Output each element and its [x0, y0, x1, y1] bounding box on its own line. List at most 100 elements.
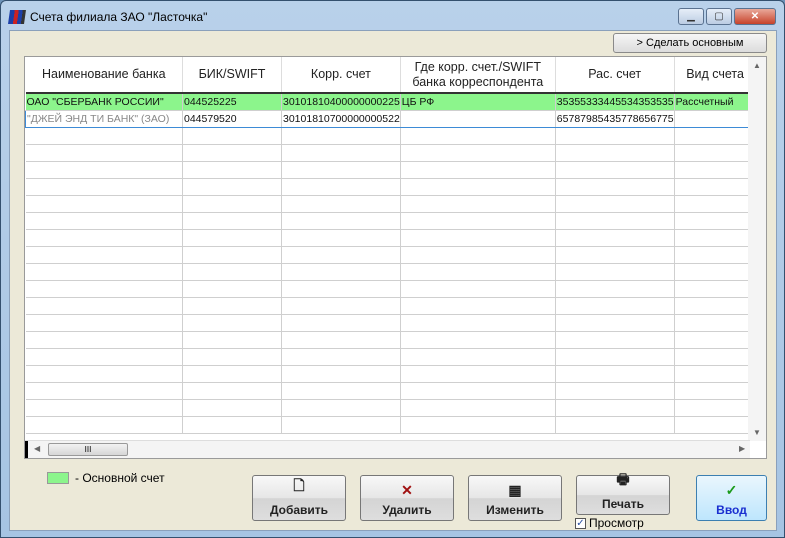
make-main-button[interactable]: > Сделать основным	[613, 33, 767, 53]
table-cell[interactable]	[674, 348, 757, 366]
table-cell[interactable]	[555, 280, 675, 298]
table-cell[interactable]	[281, 263, 401, 281]
table-cell[interactable]	[555, 246, 675, 264]
table-cell[interactable]	[555, 195, 675, 213]
table-cell[interactable]	[555, 365, 675, 383]
table-cell[interactable]	[25, 365, 183, 383]
empty-row[interactable]	[25, 127, 757, 145]
column-header[interactable]: Вид счета	[674, 57, 757, 94]
table-cell[interactable]	[25, 263, 183, 281]
edit-button[interactable]: ▦ Изменить	[468, 475, 562, 521]
table-cell[interactable]	[400, 365, 556, 383]
table-cell[interactable]	[281, 127, 401, 145]
empty-row[interactable]	[25, 297, 757, 315]
table-cell[interactable]	[281, 365, 401, 383]
table-cell[interactable]	[400, 263, 556, 281]
table-cell[interactable]	[674, 212, 757, 230]
table-cell[interactable]	[555, 127, 675, 145]
table-cell[interactable]	[25, 348, 183, 366]
table-cell[interactable]	[555, 229, 675, 247]
close-button[interactable]: ✕	[734, 8, 776, 25]
table-cell[interactable]	[25, 144, 183, 162]
delete-button[interactable]: ✕ Удалить	[360, 475, 454, 521]
table-cell[interactable]	[555, 416, 675, 434]
table-row[interactable]: ОАО "СБЕРБАНК РОССИИ" 044525225 3010181040…	[25, 93, 757, 111]
table-cell[interactable]	[182, 178, 282, 196]
table-cell[interactable]: 65787985435778656775	[555, 109, 675, 128]
table-cell[interactable]	[281, 314, 401, 332]
empty-row[interactable]	[25, 314, 757, 332]
table-cell[interactable]	[555, 399, 675, 417]
table-cell[interactable]	[400, 280, 556, 298]
table-cell[interactable]: "ДЖЕЙ ЭНД ТИ БАНК" (ЗАО)	[25, 109, 183, 128]
table-cell[interactable]	[25, 195, 183, 213]
empty-row[interactable]	[25, 365, 757, 383]
table-cell[interactable]	[182, 331, 282, 349]
column-header[interactable]: Где корр. счет./SWIFT банка корреспонден…	[400, 57, 556, 94]
table-cell[interactable]	[555, 263, 675, 281]
table-cell[interactable]	[25, 297, 183, 315]
table-cell[interactable]	[182, 314, 282, 332]
table-cell[interactable]	[281, 331, 401, 349]
table-cell[interactable]	[555, 382, 675, 400]
empty-row[interactable]	[25, 399, 757, 417]
table-cell[interactable]	[182, 195, 282, 213]
table-cell[interactable]	[674, 314, 757, 332]
table-cell[interactable]	[555, 348, 675, 366]
scroll-thumb[interactable]: III	[48, 443, 128, 456]
empty-row[interactable]	[25, 348, 757, 366]
empty-row[interactable]	[25, 331, 757, 349]
print-button[interactable]: 🖶 Печать	[576, 471, 670, 515]
table-cell[interactable]	[182, 297, 282, 315]
vertical-scrollbar[interactable]: ▲ ▼	[748, 57, 766, 441]
column-header[interactable]: Наименование банка	[25, 57, 183, 94]
table-cell[interactable]	[400, 331, 556, 349]
table-cell[interactable]	[674, 331, 757, 349]
table-cell[interactable]	[182, 263, 282, 281]
table-cell[interactable]: 30101810700000000522	[281, 109, 401, 128]
table-row[interactable]: "ДЖЕЙ ЭНД ТИ БАНК" (ЗАО) 044579520 3010181…	[25, 109, 757, 128]
table-cell[interactable]	[400, 212, 556, 230]
horizontal-scrollbar[interactable]: ◀ III ▶	[25, 440, 750, 458]
table-cell[interactable]: ЦБ РФ	[400, 93, 556, 111]
table-cell[interactable]	[281, 348, 401, 366]
column-header[interactable]: БИК/SWIFT	[182, 57, 282, 94]
table-cell[interactable]	[400, 399, 556, 417]
scroll-up-icon[interactable]: ▲	[748, 61, 766, 70]
table-cell[interactable]	[25, 178, 183, 196]
table-cell[interactable]	[674, 161, 757, 179]
enter-button[interactable]: ✓ Ввод	[696, 475, 767, 521]
table-cell[interactable]	[281, 416, 401, 434]
empty-row[interactable]	[25, 416, 757, 434]
table-cell[interactable]	[555, 161, 675, 179]
empty-row[interactable]	[25, 246, 757, 264]
table-cell[interactable]	[555, 178, 675, 196]
table-cell[interactable]	[25, 161, 183, 179]
table-cell[interactable]	[555, 314, 675, 332]
table-cell[interactable]	[400, 348, 556, 366]
empty-row[interactable]	[25, 229, 757, 247]
minimize-button[interactable]: ▁	[678, 8, 704, 25]
scroll-right-icon[interactable]: ▶	[739, 444, 745, 453]
table-cell[interactable]	[674, 263, 757, 281]
table-cell[interactable]	[674, 127, 757, 145]
table-cell[interactable]	[25, 246, 183, 264]
table-cell[interactable]	[281, 161, 401, 179]
table-cell[interactable]	[281, 195, 401, 213]
table-cell[interactable]	[400, 382, 556, 400]
table-cell[interactable]: 044525225	[182, 93, 282, 111]
table-cell[interactable]	[400, 195, 556, 213]
table-cell[interactable]	[674, 229, 757, 247]
column-header[interactable]: Корр. счет	[281, 57, 401, 94]
table-cell[interactable]	[674, 382, 757, 400]
table-cell[interactable]	[674, 246, 757, 264]
table-cell[interactable]	[281, 246, 401, 264]
table-cell[interactable]	[281, 297, 401, 315]
table-cell[interactable]	[281, 178, 401, 196]
table-cell[interactable]	[674, 416, 757, 434]
table-cell[interactable]	[400, 297, 556, 315]
table-cell[interactable]	[182, 246, 282, 264]
table-cell[interactable]	[281, 280, 401, 298]
empty-row[interactable]	[25, 280, 757, 298]
table-cell[interactable]	[555, 144, 675, 162]
